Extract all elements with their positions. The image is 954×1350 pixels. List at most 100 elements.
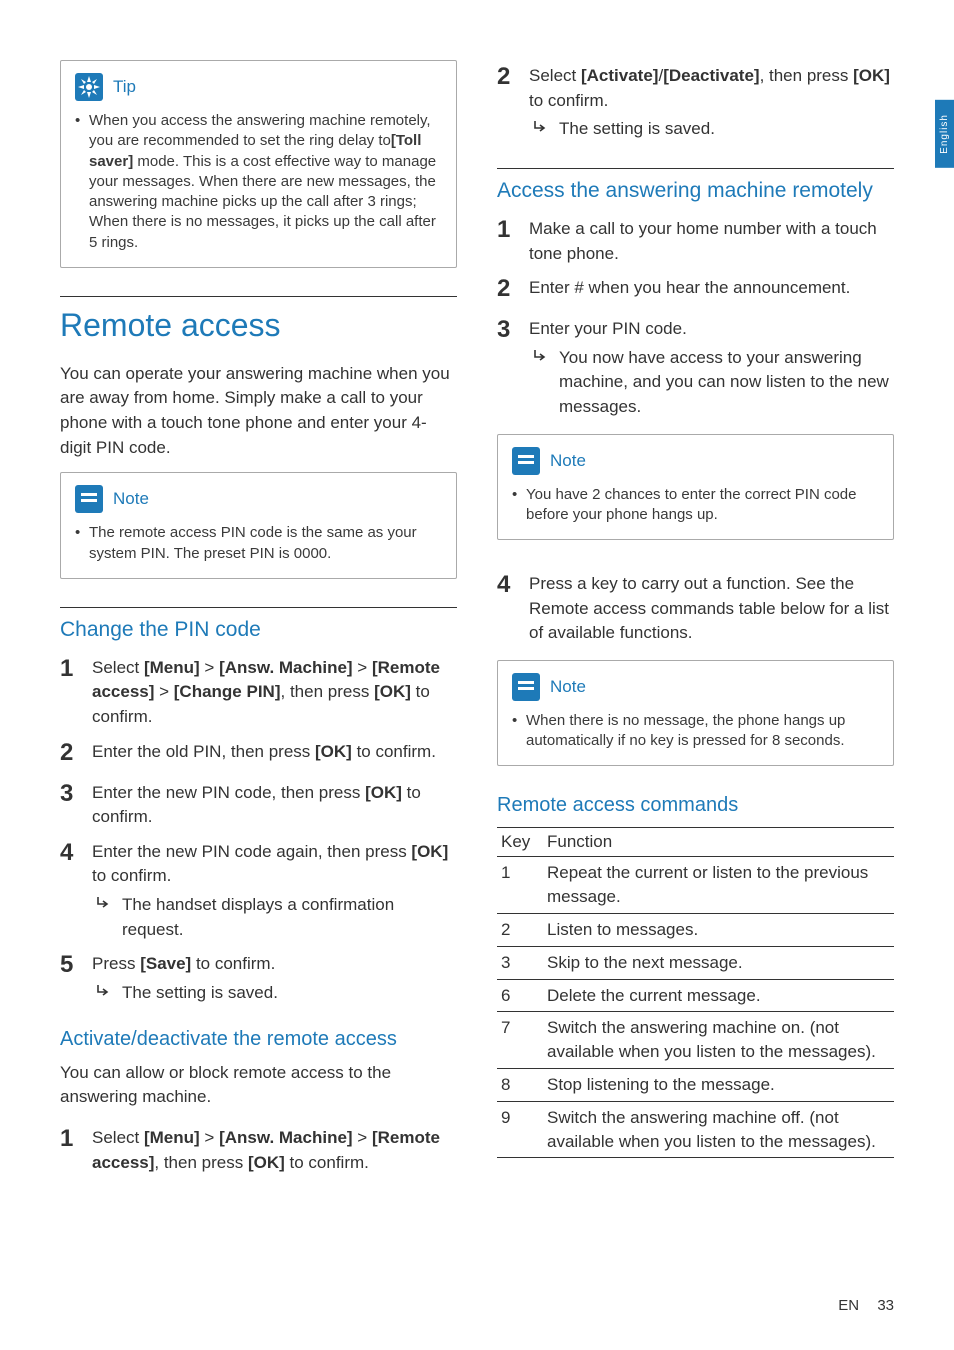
step-item: 2 Enter the old PIN, then press [OK] to c…: [60, 736, 457, 771]
step-text: Select [Menu] > [Answ. Machine] > [Remot…: [92, 652, 457, 730]
cell-key: 8: [497, 1069, 543, 1102]
page-footer: EN 33: [838, 1297, 894, 1314]
step-item: 2 Enter # when you hear the announcement.: [497, 272, 894, 307]
table-row: 7Switch the answering machine on. (not a…: [497, 1012, 894, 1069]
commands-table: Key Function 1Repeat the current or list…: [497, 827, 894, 1158]
activate-deactivate-intro: You can allow or block remote access to …: [60, 1061, 457, 1110]
step-text: Select [Activate]/[Deactivate], then pre…: [529, 60, 894, 142]
note-body: You have 2 chances to enter the correct …: [512, 485, 879, 526]
table-row: 2Listen to messages.: [497, 914, 894, 947]
cell-key: 7: [497, 1012, 543, 1069]
step-text: Enter the old PIN, then press [OK] to co…: [92, 736, 457, 771]
step-text: Enter your PIN code.You now have access …: [529, 313, 894, 420]
cell-function: Skip to the next message.: [543, 946, 894, 979]
table-row: 9Switch the answering machine off. (not …: [497, 1101, 894, 1158]
step-item: 4Enter the new PIN code again, then pres…: [60, 836, 457, 943]
step-text: Press [Save] to confirm.The setting is s…: [92, 948, 457, 1005]
step-result: The setting is saved.: [92, 981, 457, 1006]
step-result: You now have access to your answering ma…: [529, 346, 894, 420]
step-number: 3: [60, 777, 78, 830]
left-column: Tip When you access the answering machin…: [60, 60, 457, 1181]
note-icon: [512, 447, 540, 475]
cell-function: Switch the answering machine on. (not av…: [543, 1012, 894, 1069]
note-label: Note: [550, 451, 586, 471]
step-item: 3 Enter the new PIN code, then press [OK]…: [60, 777, 457, 830]
tip-body: When you access the answering machine re…: [75, 111, 442, 253]
right-column: 2Select [Activate]/[Deactivate], then pr…: [497, 60, 894, 1181]
step-item: 2Select [Activate]/[Deactivate], then pr…: [497, 60, 894, 142]
activate-steps-right: 2Select [Activate]/[Deactivate], then pr…: [497, 60, 894, 142]
step-item: 3Enter your PIN code.You now have access…: [497, 313, 894, 420]
cell-key: 1: [497, 857, 543, 914]
cell-key: 6: [497, 979, 543, 1012]
cell-function: Repeat the current or listen to the prev…: [543, 857, 894, 914]
step-number: 3: [497, 313, 515, 420]
step-number: 1: [60, 1122, 78, 1175]
commands-table-body: 1Repeat the current or listen to the pre…: [497, 857, 894, 1158]
step-item: 1Select [Menu] > [Answ. Machine] > [Remo…: [60, 652, 457, 730]
result-arrow-icon: [96, 893, 112, 942]
step-number: 1: [60, 652, 78, 730]
result-arrow-icon: [533, 346, 549, 420]
table-row: 3Skip to the next message.: [497, 946, 894, 979]
step-number: 4: [497, 568, 515, 646]
step-text: Enter the new PIN code again, then press…: [92, 836, 457, 943]
tip-icon: [75, 73, 103, 101]
step-number: 2: [497, 60, 515, 142]
note-callout-3: Note When there is no message, the phone…: [497, 660, 894, 767]
step-text: Enter # when you hear the announcement.: [529, 272, 894, 307]
step-result: The setting is saved.: [529, 117, 894, 142]
step-item: 1 Make a call to your home number with a …: [497, 213, 894, 266]
cell-key: 2: [497, 914, 543, 947]
note-label: Note: [550, 677, 586, 697]
page-columns: Tip When you access the answering machin…: [60, 60, 894, 1181]
activate-steps-left: 1 Select [Menu] > [Answ. Machine] > [Remo…: [60, 1122, 457, 1175]
remote-access-intro: You can operate your answering machine w…: [60, 362, 457, 461]
col-function: Function: [543, 828, 894, 857]
result-arrow-icon: [96, 981, 112, 1006]
cell-function: Switch the answering machine off. (not a…: [543, 1101, 894, 1158]
step-item: 5Press [Save] to confirm.The setting is …: [60, 948, 457, 1005]
cell-function: Listen to messages.: [543, 914, 894, 947]
commands-heading: Remote access commands: [497, 794, 894, 817]
step-number: 2: [60, 736, 78, 771]
note-label: Note: [113, 489, 149, 509]
table-row: 6Delete the current message.: [497, 979, 894, 1012]
cell-function: Delete the current message.: [543, 979, 894, 1012]
note-callout-1: Note The remote access PIN code is the s…: [60, 472, 457, 579]
step-number: 4: [60, 836, 78, 943]
step-result: The handset displays a confirmation requ…: [92, 893, 457, 942]
step-item: 4Press a key to carry out a function. Se…: [497, 568, 894, 646]
result-arrow-icon: [533, 117, 549, 142]
cell-key: 3: [497, 946, 543, 979]
table-row: 8Stop listening to the message.: [497, 1069, 894, 1102]
change-pin-steps: 1Select [Menu] > [Answ. Machine] > [Remo…: [60, 652, 457, 1006]
step-text: Enter the new PIN code, then press [OK] …: [92, 777, 457, 830]
remote-access-heading: Remote access: [60, 296, 457, 344]
tip-label: Tip: [113, 77, 136, 97]
language-tab: English: [935, 100, 954, 168]
note-body: The remote access PIN code is the same a…: [75, 523, 442, 564]
cell-function: Stop listening to the message.: [543, 1069, 894, 1102]
step-text: Select [Menu] > [Answ. Machine] > [Remot…: [92, 1122, 457, 1175]
change-pin-heading: Change the PIN code: [60, 607, 457, 642]
note-icon: [512, 673, 540, 701]
access-remotely-steps: 1 Make a call to your home number with a …: [497, 213, 894, 420]
cell-key: 9: [497, 1101, 543, 1158]
access-remotely-heading: Access the answering machine remotely: [497, 168, 894, 203]
step-item: 1 Select [Menu] > [Answ. Machine] > [Remo…: [60, 1122, 457, 1175]
col-key: Key: [497, 828, 543, 857]
step-text: Make a call to your home number with a t…: [529, 213, 894, 266]
note-icon: [75, 485, 103, 513]
tip-callout: Tip When you access the answering machin…: [60, 60, 457, 268]
step-number: 1: [497, 213, 515, 266]
step-text: Press a key to carry out a function. See…: [529, 568, 894, 646]
footer-lang: EN: [838, 1297, 859, 1314]
footer-page: 33: [877, 1297, 894, 1314]
note-callout-2: Note You have 2 chances to enter the cor…: [497, 434, 894, 541]
note-body: When there is no message, the phone hang…: [512, 711, 879, 752]
activate-deactivate-heading: Activate/deactivate the remote access: [60, 1028, 457, 1051]
table-row: 1Repeat the current or listen to the pre…: [497, 857, 894, 914]
step-number: 5: [60, 948, 78, 1005]
step-number: 2: [497, 272, 515, 307]
